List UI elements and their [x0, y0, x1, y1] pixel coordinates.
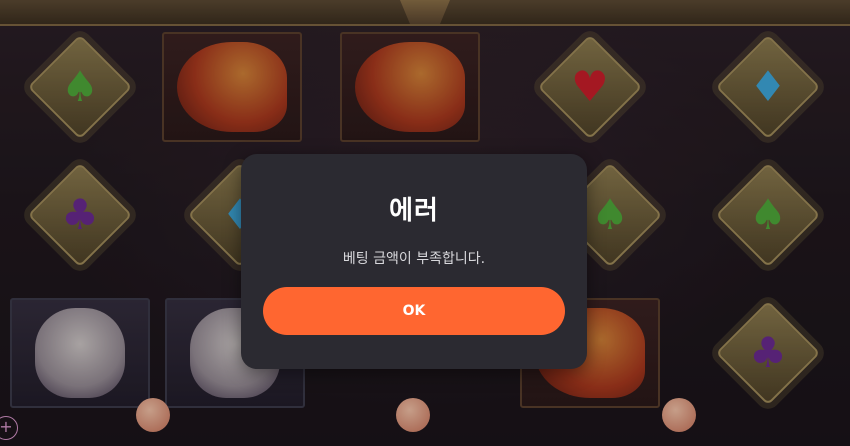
error-dialog: 에러 베팅 금액이 부족합니다. OK: [241, 154, 587, 369]
dialog-message: 베팅 금액이 부족합니다.: [342, 251, 486, 267]
ok-button[interactable]: OK: [263, 287, 565, 335]
dialog-title: 에러: [389, 196, 439, 226]
